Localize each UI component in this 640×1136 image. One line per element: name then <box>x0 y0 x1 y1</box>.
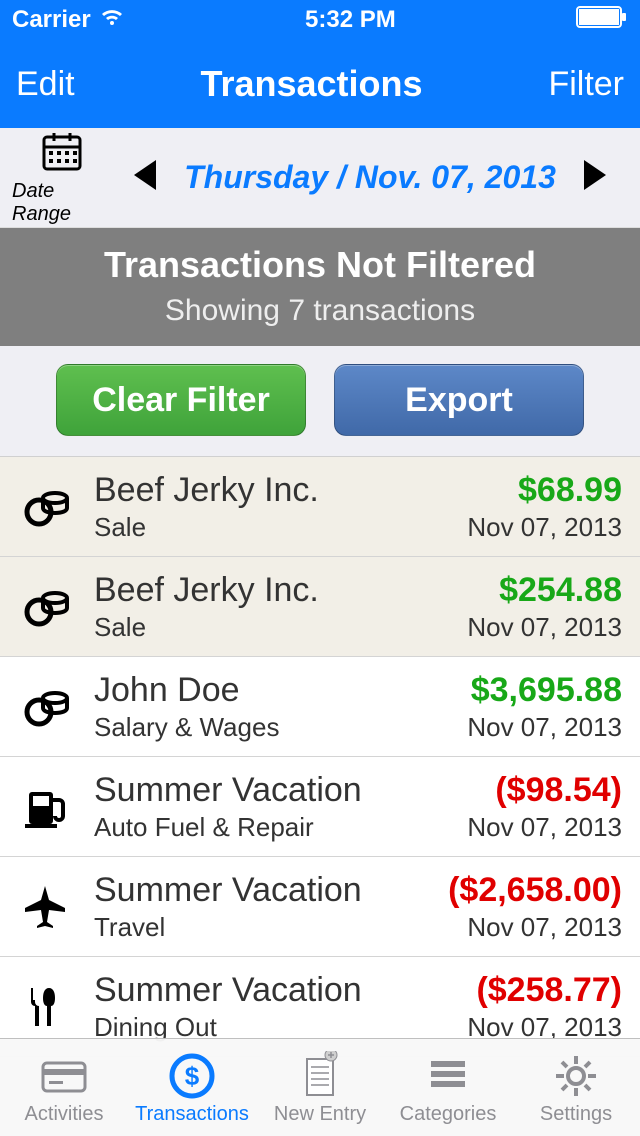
action-button-row: Clear Filter Export <box>0 346 640 457</box>
tab-label: Settings <box>540 1103 612 1126</box>
tab-categories[interactable]: Categories <box>384 1039 512 1136</box>
transaction-title: Beef Jerky Inc. <box>94 471 467 510</box>
prev-date-button[interactable] <box>130 158 160 197</box>
carrier-label: Carrier <box>12 6 91 34</box>
transaction-amount: ($2,658.00) <box>448 871 622 910</box>
filter-button[interactable]: Filter <box>548 65 624 104</box>
clear-filter-button[interactable]: Clear Filter <box>56 364 306 436</box>
transaction-row[interactable]: Beef Jerky Inc. Sale $254.88 Nov 07, 201… <box>0 557 640 657</box>
edit-button[interactable]: Edit <box>16 65 75 104</box>
filter-status-title: Transactions Not Filtered <box>0 244 640 286</box>
transaction-amount: $3,695.88 <box>467 671 622 710</box>
transaction-title: Summer Vacation <box>94 871 448 910</box>
tab-transactions[interactable]: Transactions <box>128 1039 256 1136</box>
current-date[interactable]: Thursday / Nov. 07, 2013 <box>184 159 556 196</box>
coins-icon <box>16 582 76 632</box>
battery-icon <box>576 6 628 35</box>
transaction-category: Sale <box>94 612 467 643</box>
card-icon <box>39 1049 89 1103</box>
transaction-date: Nov 07, 2013 <box>448 912 622 943</box>
transaction-row[interactable]: Beef Jerky Inc. Sale $68.99 Nov 07, 2013 <box>0 457 640 557</box>
tab-new-entry[interactable]: New Entry <box>256 1039 384 1136</box>
tab-label: New Entry <box>274 1103 366 1126</box>
wifi-icon <box>99 6 125 34</box>
transaction-category: Auto Fuel & Repair <box>94 812 467 843</box>
export-button[interactable]: Export <box>334 364 584 436</box>
stack-icon <box>423 1049 473 1103</box>
date-range-label: Date Range <box>12 180 112 226</box>
nav-bar: Edit Transactions Filter <box>0 40 640 128</box>
transactions-list: Beef Jerky Inc. Sale $68.99 Nov 07, 2013… <box>0 457 640 1057</box>
transaction-amount: ($98.54) <box>467 771 622 810</box>
transaction-date: Nov 07, 2013 <box>467 712 622 743</box>
transaction-title: Summer Vacation <box>94 771 467 810</box>
gear-icon <box>551 1049 601 1103</box>
date-range-bar: Date Range Thursday / Nov. 07, 2013 <box>0 128 640 228</box>
transaction-row[interactable]: John Doe Salary & Wages $3,695.88 Nov 07… <box>0 657 640 757</box>
transaction-amount: $254.88 <box>467 571 622 610</box>
receipt-icon <box>295 1049 345 1103</box>
transaction-date: Nov 07, 2013 <box>467 512 622 543</box>
coins-icon <box>16 482 76 532</box>
transaction-date: Nov 07, 2013 <box>467 612 622 643</box>
transaction-title: Summer Vacation <box>94 971 467 1010</box>
transaction-category: Sale <box>94 512 467 543</box>
filter-status-count: Showing 7 transactions <box>0 294 640 328</box>
page-title: Transactions <box>200 63 422 105</box>
filter-status-banner: Transactions Not Filtered Showing 7 tran… <box>0 228 640 346</box>
coins-icon <box>16 682 76 732</box>
tab-label: Transactions <box>135 1103 249 1126</box>
transaction-amount: ($258.77) <box>467 971 622 1010</box>
tab-label: Categories <box>400 1103 497 1126</box>
status-time: 5:32 PM <box>125 6 576 34</box>
tab-activities[interactable]: Activities <box>0 1039 128 1136</box>
tab-bar: Activities Transactions New Entry Catego… <box>0 1038 640 1136</box>
fuel-icon <box>16 782 76 832</box>
transaction-amount: $68.99 <box>467 471 622 510</box>
tab-label: Activities <box>25 1103 104 1126</box>
transaction-row[interactable]: Summer Vacation Auto Fuel & Repair ($98.… <box>0 757 640 857</box>
dining-icon <box>16 982 76 1032</box>
transaction-title: Beef Jerky Inc. <box>94 571 467 610</box>
transaction-row[interactable]: Summer Vacation Travel ($2,658.00) Nov 0… <box>0 857 640 957</box>
date-range-button[interactable]: Date Range <box>12 129 112 226</box>
transaction-title: John Doe <box>94 671 467 710</box>
status-bar: Carrier 5:32 PM <box>0 0 640 40</box>
transaction-category: Salary & Wages <box>94 712 467 743</box>
dollar-icon <box>167 1049 217 1103</box>
calendar-icon <box>40 129 84 178</box>
transaction-category: Travel <box>94 912 448 943</box>
tab-settings[interactable]: Settings <box>512 1039 640 1136</box>
next-date-button[interactable] <box>580 158 610 197</box>
transaction-date: Nov 07, 2013 <box>467 812 622 843</box>
plane-icon <box>16 882 76 932</box>
